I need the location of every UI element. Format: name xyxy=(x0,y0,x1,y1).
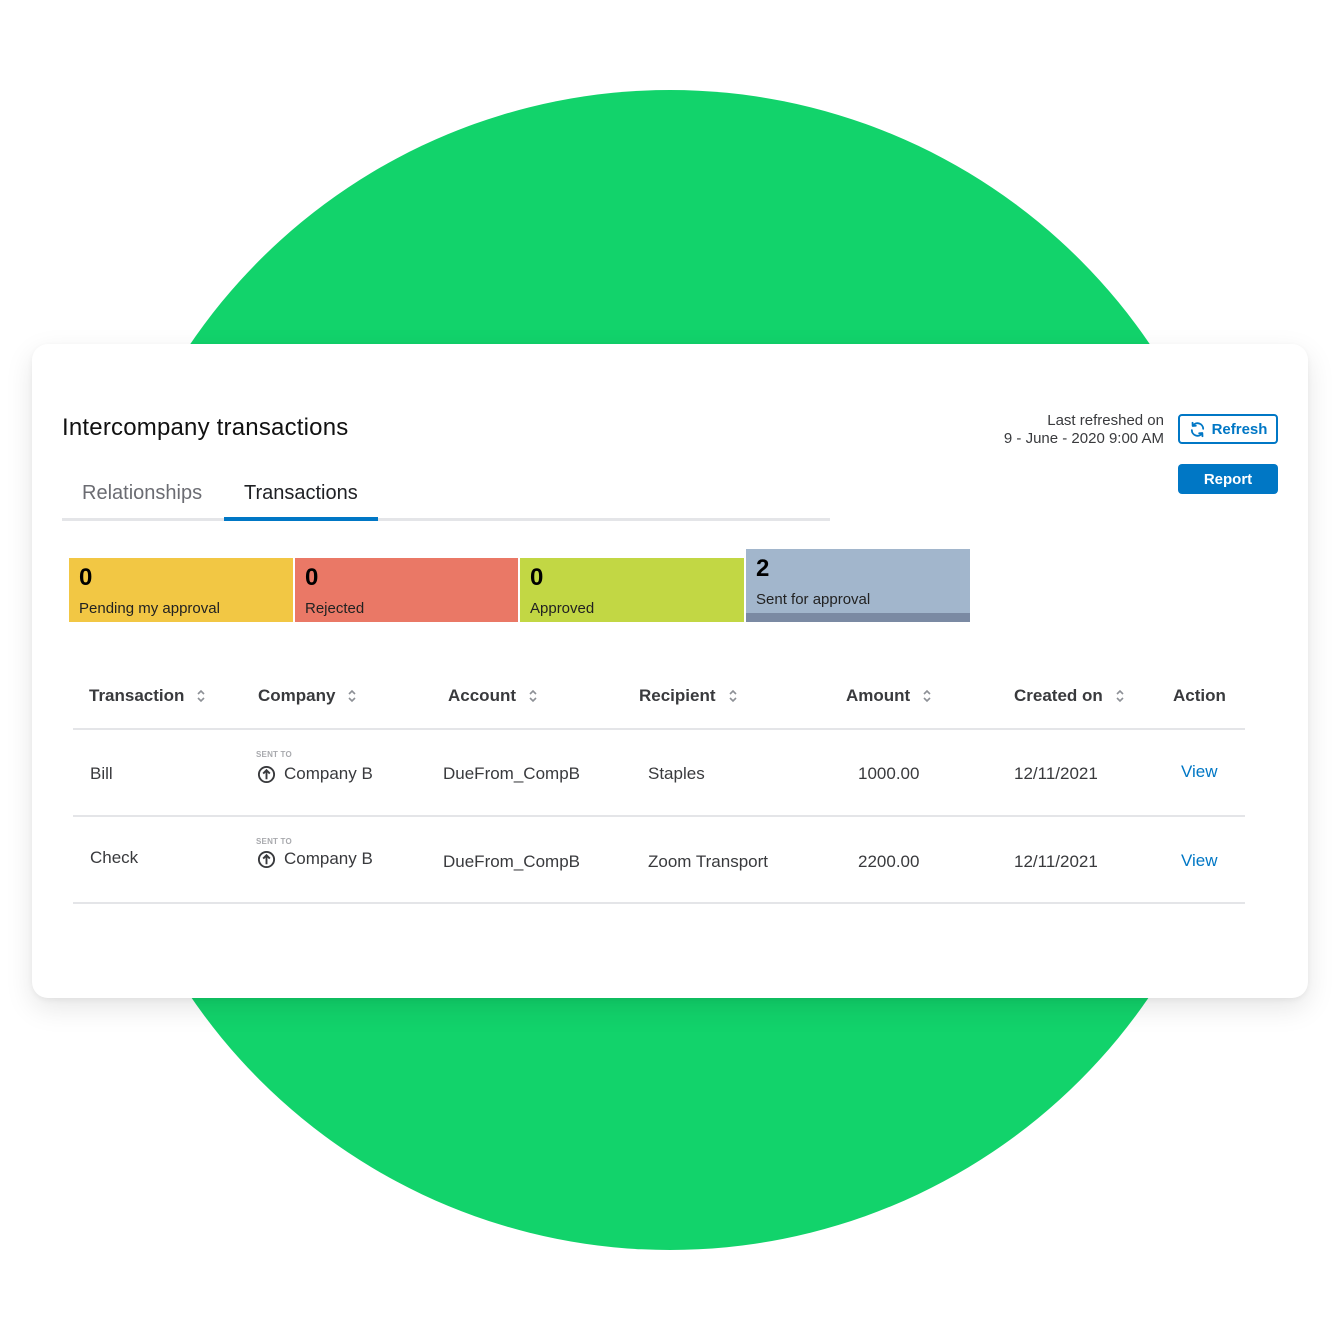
cell-created-on: 12/11/2021 xyxy=(1014,852,1098,871)
sort-icon xyxy=(1116,689,1124,703)
cell-transaction: Bill xyxy=(90,764,113,783)
table-row: Bill SENT TO Company B DueFrom_CompB Sta… xyxy=(73,730,1245,817)
refresh-button[interactable]: Refresh xyxy=(1178,414,1278,444)
sent-to-caption: SENT TO xyxy=(256,837,292,846)
cell-recipient: Zoom Transport xyxy=(648,852,768,871)
cell-amount: 1000.00 xyxy=(858,764,920,783)
refresh-icon xyxy=(1190,421,1204,437)
last-refreshed: Last refreshed on 9 - June - 2020 9:00 A… xyxy=(1004,412,1164,448)
table-row: Check SENT TO Company B DueFrom_CompB Zo… xyxy=(73,817,1245,904)
company-name: Company B xyxy=(284,764,373,783)
column-label: Transaction xyxy=(89,686,185,705)
tab-bar: Relationships Transactions xyxy=(62,478,830,521)
column-label: Company xyxy=(258,686,336,705)
company-name: Company B xyxy=(284,849,373,868)
page-title: Intercompany transactions xyxy=(62,414,349,441)
arrow-up-circle-icon xyxy=(257,765,276,783)
sort-icon xyxy=(197,689,205,703)
column-header-created-on[interactable]: Created on xyxy=(1014,686,1125,706)
cell-created-on: 12/11/2021 xyxy=(1014,764,1098,783)
cell-account: DueFrom_CompB xyxy=(443,852,580,871)
cell-amount: 2200.00 xyxy=(858,852,920,871)
tab-relationships[interactable]: Relationships xyxy=(62,478,222,518)
stat-label: Rejected xyxy=(305,600,365,617)
cell-company: Company B xyxy=(257,764,373,784)
stat-count: 0 xyxy=(530,564,544,591)
last-refreshed-label: Last refreshed on xyxy=(1047,412,1164,429)
view-link[interactable]: View xyxy=(1181,762,1218,782)
sort-icon xyxy=(529,689,537,703)
cell-account: DueFrom_CompB xyxy=(443,764,580,783)
sort-icon xyxy=(348,689,357,703)
stat-label: Pending my approval xyxy=(79,600,220,617)
table-header: Transaction Company Account Recipient Am… xyxy=(73,670,1245,730)
report-button[interactable]: Report xyxy=(1178,464,1278,494)
tab-transactions[interactable]: Transactions xyxy=(224,478,378,521)
column-label: Amount xyxy=(846,686,911,705)
stat-count: 0 xyxy=(79,564,93,591)
stat-approved[interactable]: 0 Approved xyxy=(520,558,744,622)
column-label: Recipient xyxy=(639,686,716,705)
cell-transaction: Check xyxy=(90,848,139,867)
stat-count: 2 xyxy=(756,555,770,582)
column-header-company[interactable]: Company xyxy=(258,686,357,706)
sort-icon xyxy=(728,689,737,703)
stat-pending-my-approval[interactable]: 0 Pending my approval xyxy=(69,558,293,622)
column-header-account[interactable]: Account xyxy=(448,686,538,706)
stat-sent-for-approval[interactable]: 2 Sent for approval xyxy=(746,549,970,622)
view-link[interactable]: View xyxy=(1181,851,1218,871)
stat-count: 0 xyxy=(305,564,319,591)
stat-rejected[interactable]: 0 Rejected xyxy=(295,558,518,622)
transactions-card: Intercompany transactions Relationships … xyxy=(32,344,1308,998)
column-label: Action xyxy=(1173,686,1226,705)
column-header-transaction[interactable]: Transaction xyxy=(89,686,206,706)
last-refreshed-value: 9 - June - 2020 9:00 AM xyxy=(1003,430,1164,447)
column-header-amount[interactable]: Amount xyxy=(846,686,932,706)
sort-icon xyxy=(923,689,931,703)
transactions-table: Transaction Company Account Recipient Am… xyxy=(73,670,1245,904)
column-header-action: Action xyxy=(1173,686,1226,706)
column-label: Account xyxy=(448,686,516,705)
cell-company: Company B xyxy=(257,849,373,869)
arrow-up-circle-icon xyxy=(257,850,276,868)
column-label: Created on xyxy=(1014,686,1103,705)
stat-label: Sent for approval xyxy=(756,591,871,608)
column-header-recipient[interactable]: Recipient xyxy=(639,686,738,706)
stat-label: Approved xyxy=(530,600,595,617)
sent-to-caption: SENT TO xyxy=(256,750,292,759)
refresh-button-label: Refresh xyxy=(1211,420,1268,438)
cell-recipient: Staples xyxy=(648,764,705,783)
